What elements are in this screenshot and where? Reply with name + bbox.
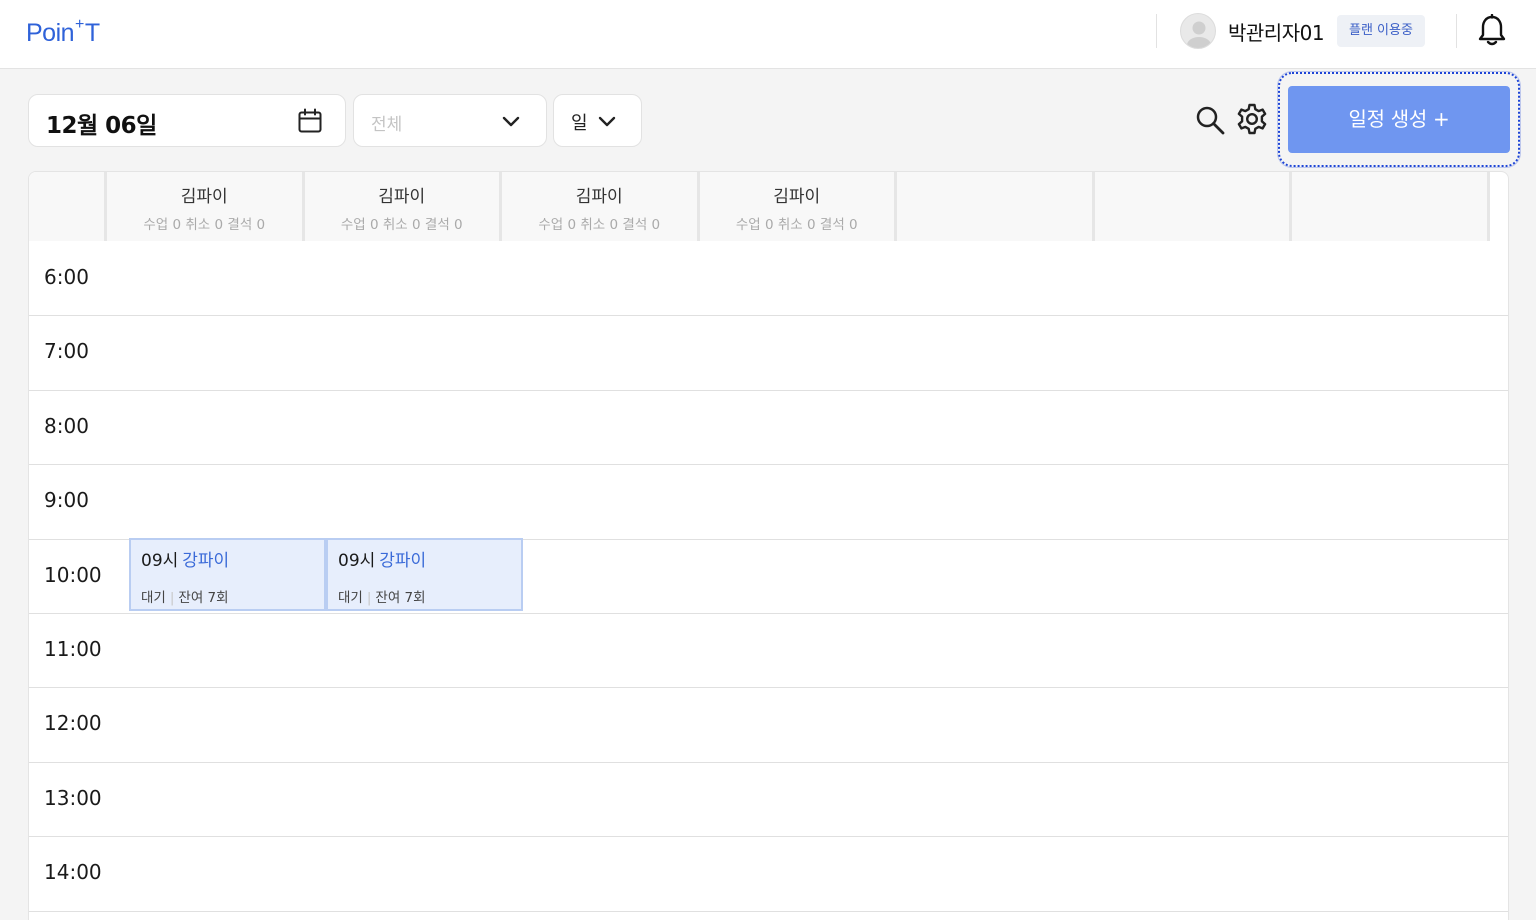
event-teacher: 강파이 [379,551,427,571]
event-status: 대기 [338,590,363,606]
teacher-column-header[interactable] [1292,172,1490,241]
event-detail-separator: | [366,590,372,606]
event-title: 09시 강파이 [338,546,426,571]
time-slot-label: 6:00 [44,265,89,289]
bell-icon [1478,13,1506,46]
header-divider [1156,14,1157,48]
event-details: 대기 | 잔여 7회 [338,586,426,606]
teacher-name: 김파이 [773,187,821,207]
header-divider [1456,14,1457,48]
teacher-column-header[interactable]: 김파이수업 0 취소 0 결석 0 [107,172,305,241]
teacher-stats: 수업 0 취소 0 결석 0 [735,217,858,233]
schedule-event-card[interactable]: 09시 강파이대기 | 잔여 7회 [326,538,523,611]
avatar[interactable] [1180,13,1216,49]
event-teacher: 강파이 [182,551,230,571]
time-slot-label: 7:00 [44,339,89,364]
time-row-divider [29,315,1508,317]
teacher-column-header[interactable]: 김파이수업 0 취소 0 결석 0 [502,172,700,241]
teacher-column-header[interactable]: 김파이수업 0 취소 0 결석 0 [304,172,502,241]
event-details: 대기 | 잔여 7회 [141,586,229,606]
event-time: 09시 [141,551,179,571]
calendar-icon[interactable] [297,108,323,134]
schedule-event-card[interactable]: 09시 강파이대기 | 잔여 7회 [129,538,326,611]
time-slot-label: 11:00 [44,637,102,661]
time-slot-label: 12:00 [44,711,102,736]
event-title: 09시 강파이 [141,546,229,571]
time-row-divider [29,389,1508,391]
notification-button[interactable] [1476,13,1508,48]
teacher-name: 김파이 [180,187,228,207]
event-status: 대기 [141,590,166,606]
time-row-divider [29,761,1508,763]
chevron-down-icon [502,116,520,127]
time-row-divider [29,464,1508,466]
create-schedule-button[interactable]: 일정 생성 + [1288,86,1510,153]
time-slot-label: 9:00 [44,488,89,513]
event-remaining: 잔여 7회 [375,590,426,606]
selected-date: 12월 06일 [46,113,157,139]
time-row-divider [29,910,1508,912]
plan-status-badge[interactable]: 플랜 이용중 [1337,15,1425,47]
teacher-name: 김파이 [378,187,426,207]
grid-corner [29,172,107,241]
teacher-name: 김파이 [575,187,623,207]
time-slot-label: 8:00 [44,413,89,438]
filter-placeholder: 전체 [371,115,403,135]
teacher-column-header[interactable]: 김파이수업 0 취소 0 결석 0 [699,172,897,241]
event-time: 09시 [338,551,376,571]
logo-plus-mark: + [75,16,84,33]
time-slot-label: 10:00 [44,562,102,587]
time-slot-label: 13:00 [44,785,102,810]
chevron-down-icon [598,116,616,127]
user-avatar-icon [1187,21,1211,48]
teacher-column-header[interactable] [897,172,1095,241]
time-row-divider [29,687,1508,689]
teacher-column-header[interactable] [1094,172,1292,241]
logo-text-right: T [84,19,100,47]
teacher-stats: 수업 0 취소 0 결석 0 [143,217,266,233]
time-slot-label: 14:00 [44,860,102,885]
date-picker[interactable]: 12월 06일 [28,94,346,147]
view-mode-label: 일 [571,113,588,134]
event-remaining: 잔여 7회 [178,590,229,606]
user-name[interactable]: 박관리자01 [1228,17,1325,46]
time-row-divider [29,836,1508,838]
gear-icon[interactable] [1235,102,1269,136]
logo-text-left: Poin [26,19,75,47]
event-detail-separator: | [169,590,175,606]
day-schedule-grid: 김파이 수업 0 취소 0 결석 0 김파이 수업 0 취소 0 결석 0 김파이 수업 … [28,171,1509,920]
teacher-stats: 수업 0 취소 0 결석 0 [340,217,463,233]
teacher-stats: 수업 0 취소 0 결석 0 [538,217,661,233]
search-icon[interactable] [1194,104,1226,136]
teacher-filter-select[interactable]: 전체 [353,94,547,147]
app-logo[interactable]: Poin + T [26,14,100,48]
top-header: Poin + T 박관리자01 플랜 이용중 [0,0,1536,69]
view-mode-select[interactable]: 일 [553,94,642,147]
time-row-divider [29,613,1508,614]
